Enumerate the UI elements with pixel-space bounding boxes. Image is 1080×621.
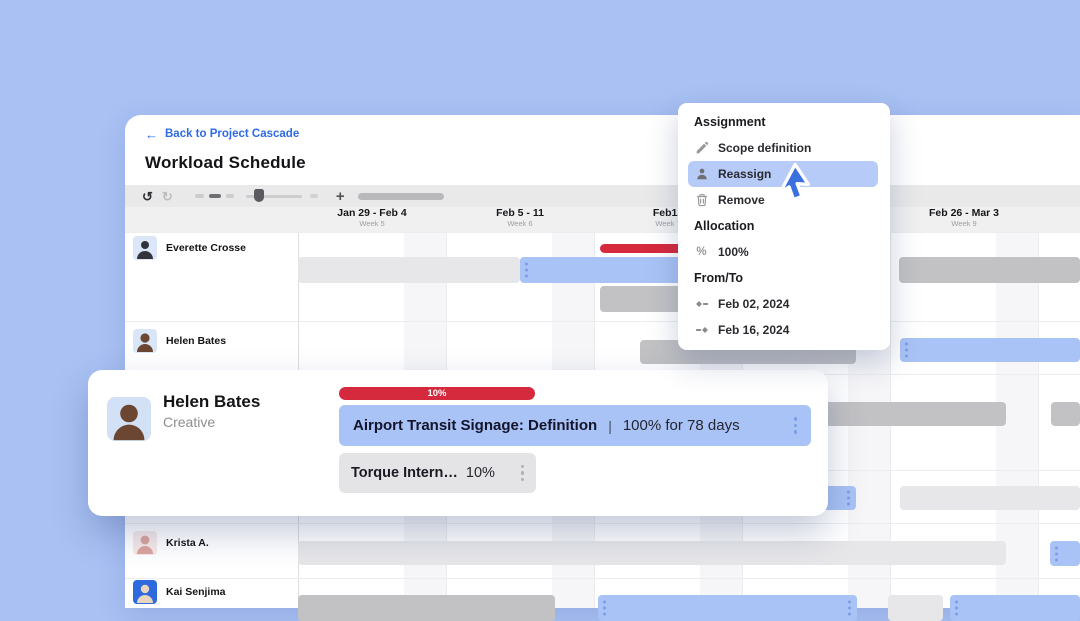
profile-name: Helen Bates	[163, 392, 260, 412]
zoom-level-dash-active[interactable]	[209, 194, 221, 198]
grid-row-line	[125, 578, 1080, 579]
column-week: Week 6	[446, 219, 594, 229]
person-name: Krista A.	[166, 537, 209, 549]
task-divider: |	[608, 418, 612, 434]
zoom-in-icon[interactable]: +	[336, 190, 345, 203]
back-to-project-link[interactable]: ← Back to Project Cascade	[145, 128, 299, 140]
gantt-toolbar: ↺ ↻ +	[125, 185, 1080, 208]
drag-handle-icon[interactable]	[848, 601, 851, 616]
menu-item-label: Feb 02, 2024	[718, 297, 789, 311]
column-week: Week 9	[890, 219, 1038, 229]
task-detail: 10%	[466, 465, 495, 481]
gantt-bar[interactable]	[900, 486, 1080, 510]
person-name: Helen Bates	[166, 335, 226, 347]
drag-handle-icon[interactable]	[847, 491, 850, 506]
grid-column-line	[1038, 232, 1039, 608]
gantt-bar[interactable]	[1050, 541, 1080, 566]
date-to-icon	[694, 323, 709, 338]
avatar	[133, 531, 157, 555]
back-arrow-icon: ←	[145, 129, 158, 140]
workload-schedule-window: ← Back to Project Cascade Workload Sched…	[125, 115, 1080, 608]
menu-section-fromto: From/To	[694, 265, 743, 291]
task-detail: 100% for 78 days	[623, 417, 740, 434]
avatar	[133, 329, 157, 353]
grid-row-line	[125, 232, 1080, 233]
task-bar-airport-transit[interactable]: Airport Transit Signage: Definition | 10…	[339, 405, 811, 446]
page-title: Workload Schedule	[145, 153, 306, 173]
helen-bates-profile-card: Helen Bates Creative 10% Airport Transit…	[88, 370, 828, 516]
person-name: Everette Crosse	[166, 242, 246, 254]
zoom-level-dash[interactable]	[310, 194, 318, 198]
drag-handle-icon[interactable]	[905, 343, 908, 358]
gantt-bar[interactable]	[298, 595, 555, 621]
gantt-bar[interactable]	[888, 595, 943, 621]
gantt-bar[interactable]	[598, 595, 857, 621]
gantt-bar[interactable]	[1051, 402, 1080, 426]
progress-label: 10%	[427, 387, 446, 400]
drag-handle-icon[interactable]	[521, 465, 525, 482]
progress-bar: 10%	[339, 387, 535, 400]
gantt-bar[interactable]	[900, 338, 1080, 362]
drag-handle-icon[interactable]	[603, 601, 606, 616]
menu-item-label: Remove	[718, 193, 765, 207]
zoom-level-dash[interactable]	[226, 194, 234, 198]
column-dates: Jan 29 - Feb 4	[298, 208, 446, 219]
context-menu: Assignment Scope definition Reassign Rem…	[678, 103, 890, 350]
zoom-slider-handle[interactable]	[254, 189, 264, 202]
menu-item-label: Scope definition	[718, 141, 811, 155]
menu-item-scope-definition[interactable]: Scope definition	[694, 135, 876, 161]
avatar	[133, 236, 157, 260]
back-link-label: Back to Project Cascade	[165, 128, 299, 140]
gantt-bar[interactable]	[298, 257, 520, 283]
avatar	[133, 580, 157, 604]
pencil-icon	[694, 141, 709, 156]
gantt-bar[interactable]	[298, 541, 1006, 565]
menu-item-label: Reassign	[718, 167, 771, 181]
person-row-krista[interactable]: Krista A.	[133, 531, 209, 555]
trash-icon	[694, 193, 709, 208]
redo-icon[interactable]: ↻	[162, 190, 173, 203]
timeline-column-week9: Feb 26 - Mar 3 Week 9	[890, 208, 1038, 229]
avatar	[107, 397, 151, 441]
person-icon	[694, 167, 709, 182]
gantt-bar[interactable]	[950, 595, 1080, 621]
menu-section-allocation: Allocation	[694, 213, 754, 239]
timeline-column-week5: Jan 29 - Feb 4 Week 5	[298, 208, 446, 229]
menu-item-from-date[interactable]: Feb 02, 2024	[694, 291, 876, 317]
gantt-bar[interactable]	[899, 257, 1080, 283]
grid-row-line	[125, 321, 1080, 322]
person-row-kai[interactable]: Kai Senjima	[133, 580, 226, 604]
task-bar-torque[interactable]: Torque Intern… 10%	[339, 453, 536, 493]
column-week: Week 5	[298, 219, 446, 229]
menu-item-label: 100%	[718, 245, 749, 259]
date-from-icon	[694, 297, 709, 312]
menu-item-to-date[interactable]: Feb 16, 2024	[694, 317, 876, 343]
zoom-level-dash[interactable]	[195, 194, 204, 198]
person-row-everette[interactable]: Everette Crosse	[133, 236, 246, 260]
drag-handle-icon[interactable]	[1055, 546, 1058, 561]
zoom-slider[interactable]	[246, 195, 302, 198]
drag-handle-icon[interactable]	[955, 601, 958, 616]
percent-icon: %	[694, 245, 709, 260]
task-title: Airport Transit Signage: Definition	[353, 417, 597, 434]
menu-item-allocation-100[interactable]: % 100%	[694, 239, 876, 265]
mouse-cursor-icon	[772, 161, 814, 207]
grid-row-line	[125, 523, 1080, 524]
drag-handle-icon[interactable]	[794, 417, 798, 434]
menu-section-assignment: Assignment	[694, 109, 766, 135]
person-row-helen[interactable]: Helen Bates	[133, 329, 226, 353]
page-background: { "background_color": "#a9c1f3", "header…	[0, 0, 1080, 608]
column-dates: Feb 26 - Mar 3	[890, 208, 1038, 219]
timeline-scrollbar[interactable]	[358, 193, 444, 200]
drag-handle-icon[interactable]	[525, 263, 528, 278]
menu-item-label: Feb 16, 2024	[718, 323, 789, 337]
task-title: Torque Intern…	[351, 465, 458, 481]
timeline-column-week6: Feb 5 - 11 Week 6	[446, 208, 594, 229]
column-dates: Feb 5 - 11	[446, 208, 594, 219]
profile-role: Creative	[163, 414, 215, 430]
person-name: Kai Senjima	[166, 586, 226, 598]
undo-icon[interactable]: ↺	[142, 190, 153, 203]
